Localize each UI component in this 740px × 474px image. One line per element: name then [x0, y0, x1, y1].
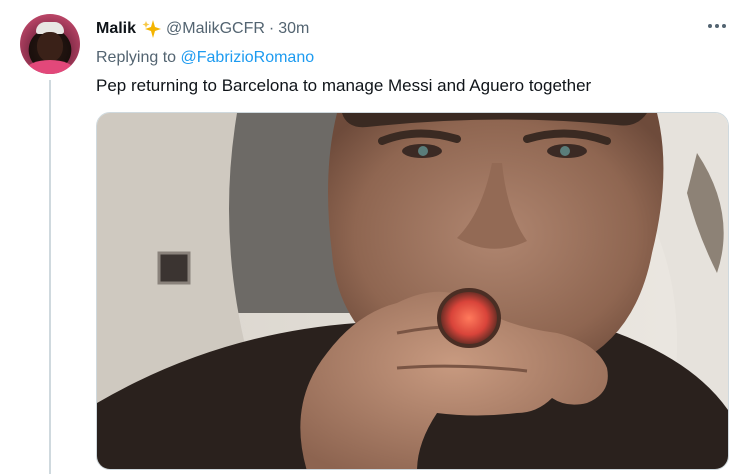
tweet-photo[interactable] — [96, 112, 729, 470]
replying-to: Replying to @FabrizioRomano — [96, 49, 314, 67]
photo-illustration — [97, 113, 728, 469]
photo-iris-left — [418, 146, 428, 156]
tweet[interactable]: Malik @MalikGCFR · 30m Replying to @Fabr… — [0, 0, 740, 474]
avatar-shirt — [26, 60, 74, 74]
more-dot — [715, 24, 719, 28]
sparkle-icon — [142, 20, 162, 38]
more-dot — [708, 24, 712, 28]
photo-iris-right — [560, 146, 570, 156]
photo-wall-socket — [157, 251, 191, 285]
avatar-column — [20, 14, 80, 74]
replying-to-handle[interactable]: @FabrizioRomano — [181, 49, 315, 66]
author-handle[interactable]: @MalikGCFR — [166, 20, 265, 38]
avatar-face — [37, 32, 63, 62]
author-name[interactable]: Malik — [96, 20, 136, 38]
separator-dot: · — [268, 20, 275, 37]
timestamp[interactable]: 30m — [278, 20, 309, 38]
tweet-text: Pep returning to Barcelona to manage Mes… — [96, 76, 592, 95]
thread-line — [49, 80, 51, 474]
replying-to-prefix: Replying to — [96, 49, 181, 66]
more-options-icon[interactable] — [705, 16, 729, 36]
avatar[interactable] — [20, 14, 80, 74]
more-dot — [722, 24, 726, 28]
tweet-header: Malik @MalikGCFR · 30m — [96, 18, 309, 40]
